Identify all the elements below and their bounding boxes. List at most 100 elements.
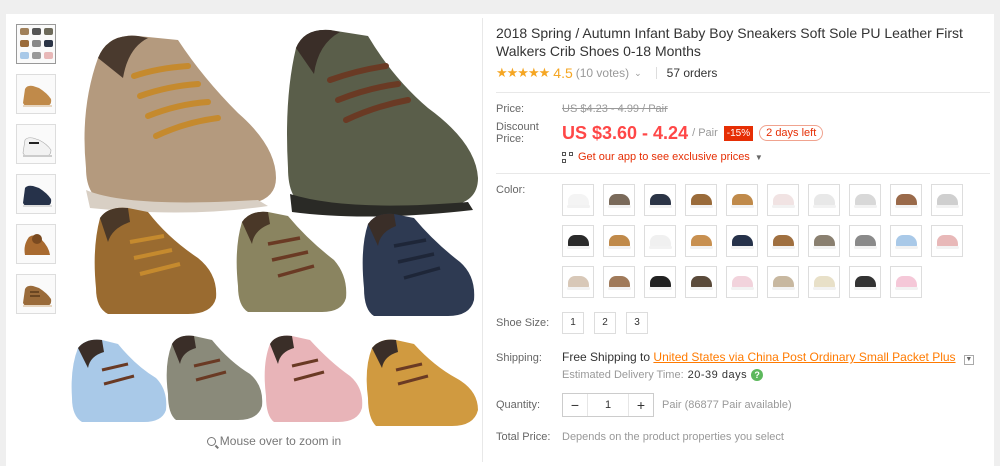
shoe-khaki-mid bbox=[236, 211, 347, 312]
shoe-brown-mid bbox=[94, 207, 217, 314]
shoe-thumbnail-icon bbox=[608, 235, 631, 249]
shoe-thumbnail-icon bbox=[895, 235, 918, 249]
shoe-thumbnail-icon bbox=[690, 194, 713, 208]
size-option-3[interactable]: 3 bbox=[626, 312, 648, 334]
color-swatch[interactable] bbox=[849, 225, 881, 257]
color-swatch[interactable] bbox=[644, 225, 676, 257]
color-swatch[interactable] bbox=[562, 225, 594, 257]
shipping-label: Shipping: bbox=[496, 351, 542, 364]
shoe-thumbnail-icon bbox=[772, 194, 795, 208]
shoe-thumbnail-icon bbox=[649, 194, 672, 208]
shoe-thumbnail-icon bbox=[854, 194, 877, 208]
shoe-thumbnail-icon bbox=[813, 276, 836, 290]
color-swatch[interactable] bbox=[931, 225, 963, 257]
color-swatch[interactable] bbox=[890, 184, 922, 216]
color-swatch[interactable] bbox=[603, 184, 635, 216]
color-swatch[interactable] bbox=[849, 184, 881, 216]
size-row: Shoe Size: 1 2 3 bbox=[496, 312, 990, 334]
delivery-estimate: Estimated Delivery Time: 20-39 days ? bbox=[562, 369, 990, 381]
shoe-thumbnail-icon bbox=[936, 194, 959, 208]
total-price-text: Depends on the product properties you se… bbox=[562, 431, 784, 443]
zoom-hint-text: Mouse over to zoom in bbox=[219, 434, 342, 448]
chevron-down-icon[interactable]: ▼ bbox=[963, 355, 974, 365]
color-swatch[interactable] bbox=[767, 225, 799, 257]
shoe-thumbnail-icon bbox=[854, 235, 877, 249]
color-swatch[interactable] bbox=[726, 225, 758, 257]
shoe-thumbnail-icon bbox=[608, 276, 631, 290]
total-price-label: Total Price: bbox=[496, 431, 551, 443]
color-swatch[interactable] bbox=[562, 184, 594, 216]
shoe-tan-large bbox=[84, 35, 276, 213]
thumbnail-navy[interactable] bbox=[16, 174, 56, 214]
size-option-1[interactable]: 1 bbox=[562, 312, 584, 334]
color-swatch[interactable] bbox=[808, 266, 840, 298]
chevron-down-icon[interactable]: ⌄ bbox=[634, 68, 642, 79]
thumbnail-white-black[interactable] bbox=[16, 124, 56, 164]
color-swatch[interactable] bbox=[562, 266, 594, 298]
thumbnail-multi[interactable] bbox=[16, 24, 56, 64]
color-label: Color: bbox=[496, 184, 526, 196]
color-swatch[interactable] bbox=[726, 184, 758, 216]
shoe-thumbnail-icon bbox=[690, 276, 713, 290]
shoe-thumbnail-icon bbox=[813, 235, 836, 249]
divider bbox=[655, 67, 657, 79]
free-shipping-text: Free Shipping to bbox=[562, 350, 651, 364]
help-icon[interactable]: ? bbox=[751, 369, 764, 381]
thumbnail-brown[interactable] bbox=[16, 224, 56, 264]
size-option-2[interactable]: 2 bbox=[594, 312, 616, 334]
quantity-input[interactable]: 1 bbox=[587, 394, 629, 416]
color-swatch[interactable] bbox=[603, 266, 635, 298]
votes-link[interactable]: (10 votes) bbox=[576, 66, 629, 80]
rating-value: 4.5 bbox=[553, 65, 573, 81]
shoe-thumbnail-icon bbox=[649, 276, 672, 290]
color-swatch[interactable] bbox=[685, 225, 717, 257]
discount-row: Discount Price: US $3.60 - 4.24 / Pair -… bbox=[496, 121, 990, 145]
color-swatch[interactable] bbox=[603, 225, 635, 257]
shoe-thumbnail-icon bbox=[649, 235, 672, 249]
product-page: Mouse over to zoom in 2018 Spring / Autu… bbox=[6, 14, 994, 466]
increase-button[interactable]: + bbox=[629, 394, 653, 416]
color-swatch[interactable] bbox=[808, 225, 840, 257]
rating-meta: ★★★★★ 4.5 (10 votes) ⌄ 57 orders bbox=[496, 64, 990, 82]
discount-price: US $3.60 - 4.24 bbox=[562, 122, 689, 143]
color-swatch[interactable] bbox=[644, 184, 676, 216]
shoe-thumbnail-icon bbox=[854, 276, 877, 290]
decrease-button[interactable]: − bbox=[563, 394, 587, 416]
original-price: US $4.23 - 4.99 / Pair bbox=[562, 103, 668, 115]
shoe-thumbnail-icon bbox=[772, 276, 795, 290]
availability-text: Pair (86877 Pair available) bbox=[662, 399, 792, 411]
shipping-row: Shipping: Free Shipping to United States… bbox=[496, 350, 990, 365]
color-swatch[interactable] bbox=[767, 266, 799, 298]
thumbnail-tan[interactable] bbox=[16, 74, 56, 114]
vertical-divider bbox=[482, 18, 483, 462]
shoe-thumbnail-icon bbox=[567, 276, 590, 290]
color-swatch[interactable] bbox=[849, 266, 881, 298]
color-swatch[interactable] bbox=[890, 266, 922, 298]
app-promo[interactable]: Get our app to see exclusive prices ▼ bbox=[562, 151, 990, 163]
color-swatch[interactable] bbox=[685, 266, 717, 298]
thumbnail-brown-2[interactable] bbox=[16, 274, 56, 314]
color-swatch[interactable] bbox=[726, 266, 758, 298]
app-promo-text: Get our app to see exclusive prices bbox=[578, 151, 750, 163]
shoe-blue-small bbox=[71, 339, 167, 422]
color-swatch[interactable] bbox=[890, 225, 922, 257]
discount-label: Discount Price: bbox=[496, 121, 539, 145]
price-row: Price: US $4.23 - 4.99 / Pair bbox=[496, 103, 990, 115]
price-unit: / Pair bbox=[692, 127, 718, 139]
size-label: Shoe Size: bbox=[496, 317, 550, 329]
shipping-destination-link[interactable]: United States via China Post Ordinary Sm… bbox=[653, 350, 955, 364]
days-left-badge: 2 days left bbox=[759, 125, 824, 141]
color-swatch[interactable] bbox=[931, 184, 963, 216]
zoom-hint: Mouse over to zoom in bbox=[68, 434, 480, 448]
divider bbox=[496, 92, 990, 93]
shipping-info: Free Shipping to United States via China… bbox=[562, 350, 974, 365]
price-label: Price: bbox=[496, 103, 525, 115]
color-swatch[interactable] bbox=[767, 184, 799, 216]
color-swatch[interactable] bbox=[644, 266, 676, 298]
color-swatch[interactable] bbox=[808, 184, 840, 216]
shoe-thumbnail-icon bbox=[567, 194, 590, 208]
main-product-image[interactable] bbox=[68, 18, 480, 430]
color-swatch[interactable] bbox=[685, 184, 717, 216]
divider bbox=[496, 173, 990, 174]
quantity-label: Quantity: bbox=[496, 399, 541, 411]
